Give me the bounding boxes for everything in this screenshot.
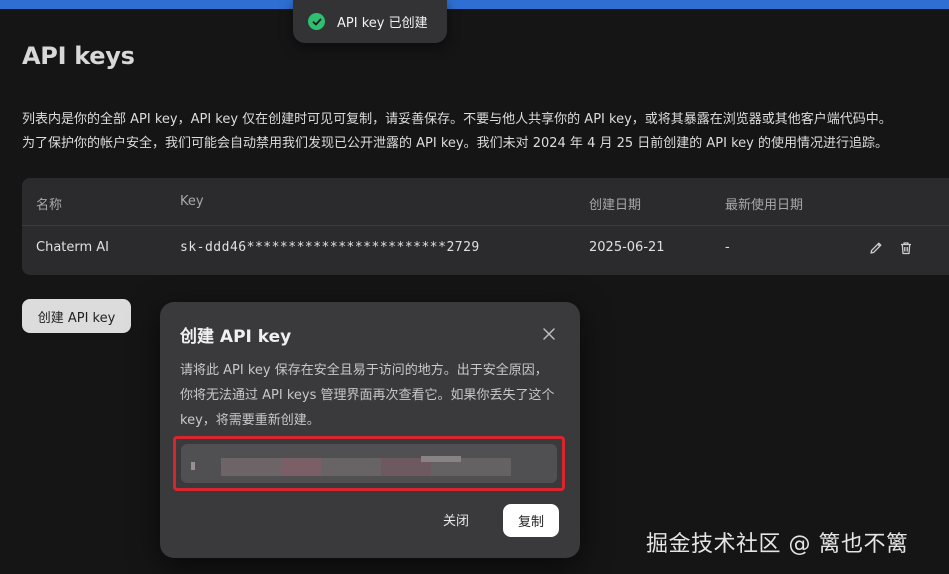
redacted-segment	[321, 458, 381, 476]
column-header-last-used: 最新使用日期	[725, 198, 804, 213]
redacted-segment	[191, 462, 195, 470]
key-highlight-frame	[173, 436, 565, 491]
api-key-field[interactable]	[181, 444, 557, 483]
table-row: Chaterm AI sk-ddd46*********************…	[22, 226, 949, 274]
top-accent-bar	[0, 0, 949, 9]
last-used-date: -	[725, 240, 730, 255]
redacted-segment	[221, 458, 281, 476]
success-toast: API key 已创建	[293, 0, 447, 43]
api-keys-table: 名称 Key 创建日期 最新使用日期 Chaterm AI sk-ddd46**…	[22, 178, 949, 275]
dialog-message: 请将此 API key 保存在安全且易于访问的地方。出于安全原因，你将无法通过 …	[180, 363, 555, 428]
description-line: 列表内是你的全部 API key，API key 仅在创建时可见可复制，请妥善保…	[22, 112, 892, 127]
copy-button[interactable]: 复制	[503, 504, 559, 537]
watermark-text: 掘金技术社区 @ 篱也不篱	[646, 532, 909, 557]
check-circle-icon	[308, 13, 325, 30]
description-line: 为了保护你的帐户安全，我们可能会自动禁用我们发现已公开泄露的 API key。我…	[22, 136, 888, 151]
created-date: 2025-06-21	[589, 240, 665, 255]
table-header: 名称 Key 创建日期 最新使用日期	[22, 178, 949, 226]
trash-icon[interactable]	[898, 240, 914, 256]
redacted-segment	[281, 458, 321, 476]
dialog-title: 创建 API key	[180, 327, 292, 347]
masked-key: sk-ddd46************************2729	[180, 240, 480, 255]
column-header-name: 名称	[36, 198, 63, 213]
create-key-dialog: 创建 API key 请将此 API key 保存在安全且易于访问的地方。出于安…	[160, 302, 580, 558]
key-name: Chaterm AI	[36, 240, 110, 255]
edit-icon[interactable]	[868, 240, 884, 256]
column-header-key: Key	[180, 194, 204, 209]
page-description: 列表内是你的全部 API key，API key 仅在创建时可见可复制，请妥善保…	[22, 108, 949, 156]
close-icon[interactable]	[542, 326, 556, 340]
page-title: API keys	[22, 42, 135, 70]
create-api-key-button[interactable]: 创建 API key	[22, 299, 131, 333]
close-button[interactable]: 关闭	[443, 510, 469, 529]
toast-message: API key 已创建	[337, 16, 428, 31]
column-header-created: 创建日期	[589, 198, 642, 213]
redacted-segment	[421, 456, 461, 462]
